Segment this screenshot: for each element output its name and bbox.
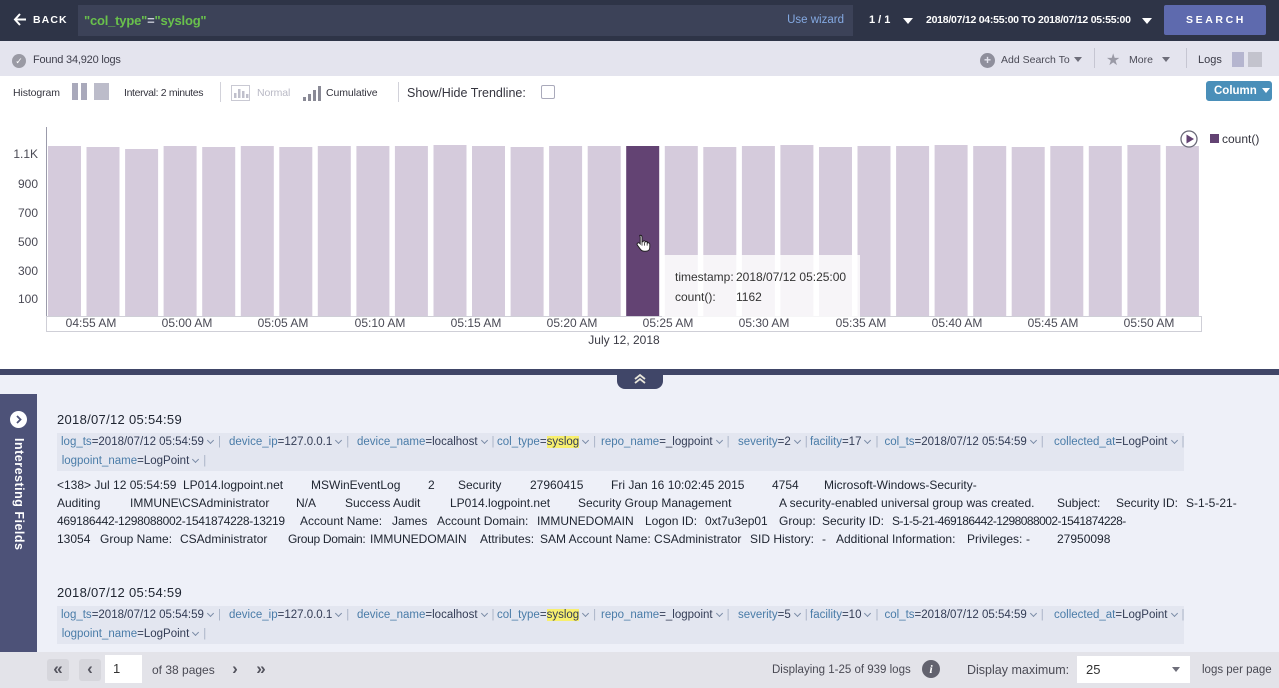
svg-text:05:45 AM: 05:45 AM — [1028, 316, 1079, 330]
svg-text:500: 500 — [18, 235, 38, 249]
svg-text:900: 900 — [18, 177, 38, 191]
svg-text:05:50 AM: 05:50 AM — [1124, 316, 1175, 330]
svg-text:05:05 AM: 05:05 AM — [258, 316, 309, 330]
svg-text:05:35 AM: 05:35 AM — [836, 316, 887, 330]
svg-text:05:30 AM: 05:30 AM — [739, 316, 790, 330]
svg-text:July 12, 2018: July 12, 2018 — [588, 333, 660, 347]
svg-text:05:10 AM: 05:10 AM — [355, 316, 406, 330]
svg-text:count(): count() — [1222, 132, 1259, 146]
svg-text:700: 700 — [18, 206, 38, 220]
svg-text:05:15 AM: 05:15 AM — [451, 316, 502, 330]
svg-text:05:25 AM: 05:25 AM — [643, 316, 694, 330]
svg-text:04:55 AM: 04:55 AM — [66, 316, 117, 330]
svg-text:1.1K: 1.1K — [13, 147, 38, 161]
svg-text:05:40 AM: 05:40 AM — [932, 316, 983, 330]
svg-text:05:20 AM: 05:20 AM — [547, 316, 598, 330]
svg-text:300: 300 — [18, 264, 38, 278]
svg-text:100: 100 — [18, 292, 38, 306]
svg-text:05:00 AM: 05:00 AM — [162, 316, 213, 330]
